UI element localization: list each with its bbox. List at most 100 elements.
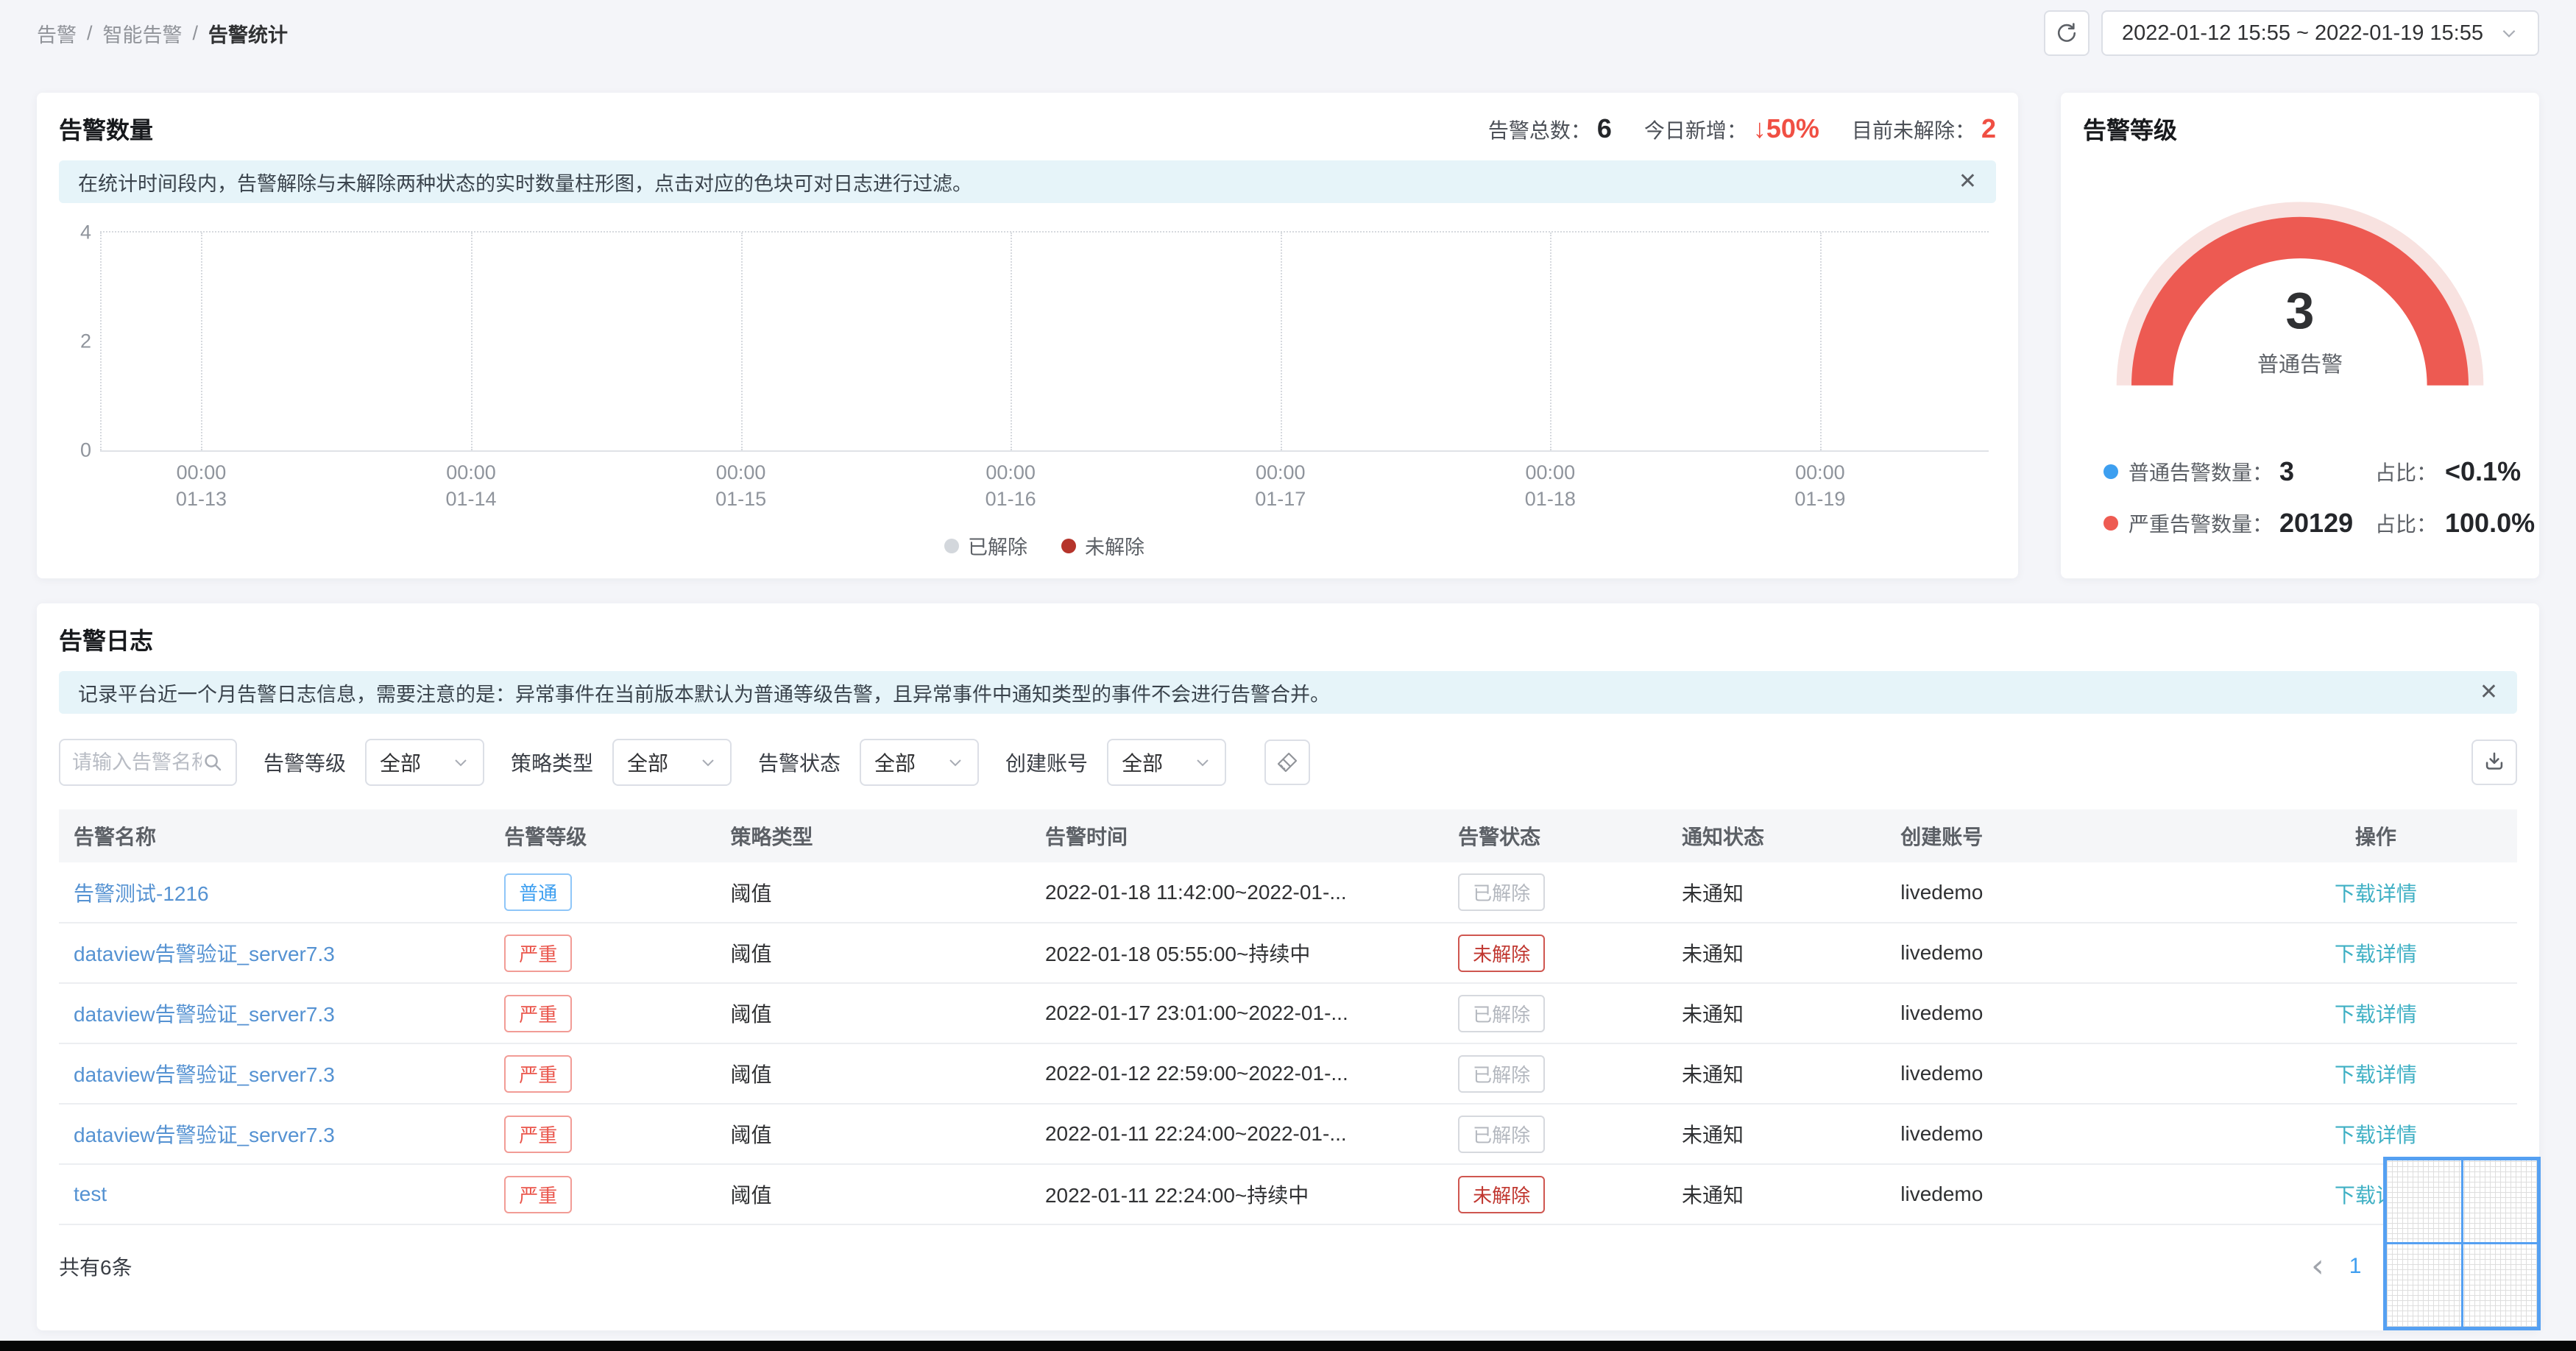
date-range-picker[interactable]: 2022-01-12 15:55 ~ 2022-01-19 15:55 bbox=[2101, 10, 2539, 56]
legend-dot bbox=[1061, 538, 1076, 553]
legend-item[interactable]: 已解除 bbox=[944, 531, 1027, 560]
column-header: 操作 bbox=[2234, 809, 2517, 862]
alert-level-title: 告警等级 bbox=[2083, 117, 2178, 143]
download-icon bbox=[2482, 750, 2507, 775]
search-icon bbox=[202, 751, 224, 773]
bottom-bar bbox=[0, 1341, 2576, 1351]
cell-alert-level: 严重 bbox=[501, 923, 728, 984]
level-badge: 严重 bbox=[504, 1115, 573, 1153]
chevron-down-icon bbox=[1194, 753, 1211, 771]
date-range-value: 2022-01-12 15:55 ~ 2022-01-19 15:55 bbox=[2122, 21, 2483, 45]
level-value: 20129 bbox=[2279, 508, 2354, 538]
page-number[interactable]: 1 bbox=[2349, 1254, 2362, 1279]
table-row: test 严重 阈值 2022-01-11 22:24:00~持续中 未解除 未通知 liv… bbox=[59, 1164, 2517, 1225]
cell-account: livedemo bbox=[1897, 1164, 2234, 1225]
select-value: 全部 bbox=[874, 752, 916, 775]
legend-item[interactable]: 未解除 bbox=[1061, 531, 1144, 560]
x-axis-label: 00:00 01-19 bbox=[1794, 461, 1846, 511]
topbar: 告警 / 智能告警 / 告警统计 2022-01-12 15:55 ~ 2022… bbox=[0, 0, 2576, 66]
table-row: dataview告警验证_server7.3 严重 阈值 2022-01-18 05:… bbox=[59, 923, 2517, 984]
search-input[interactable] bbox=[72, 751, 202, 774]
download-detail-link[interactable]: 下载详情 bbox=[2335, 943, 2417, 965]
chart-legend: 已解除 未解除 bbox=[100, 531, 1989, 560]
level-badge: 严重 bbox=[504, 1054, 573, 1093]
total-count: 共有6条 bbox=[59, 1256, 132, 1279]
filter-select-2[interactable]: 全部 bbox=[860, 739, 980, 786]
table-row: dataview告警验证_server7.3 严重 阈值 2022-01-17 23:… bbox=[59, 983, 2517, 1044]
breadcrumb-item-alert[interactable]: 告警 bbox=[37, 19, 77, 48]
cell-alert-status: 已解除 bbox=[1455, 862, 1680, 923]
alert-level-legend: 普通告警数量： 3 占比： <0.1% 严重告警数量： 20129 占比： 100.0% bbox=[2083, 456, 2535, 559]
filter-label-3: 创建账号 bbox=[1005, 752, 1089, 775]
refresh-button[interactable] bbox=[2044, 10, 2090, 56]
ratio-value: <0.1% bbox=[2445, 456, 2522, 486]
breadcrumb-separator: / bbox=[192, 21, 199, 44]
alert-name-link[interactable]: test bbox=[74, 1182, 107, 1205]
download-detail-link[interactable]: 下载详情 bbox=[2335, 882, 2417, 905]
alert-log-table: 告警名称 告警等级 策略类型 告警时间 告警状态 通知状态 创建账号 操作 告警测试-1216… bbox=[59, 809, 2517, 1225]
stat-value: 6 bbox=[1596, 113, 1612, 143]
level-label: 普通告警数量： bbox=[2129, 461, 2274, 484]
download-detail-link[interactable]: 下载详情 bbox=[2335, 1124, 2417, 1146]
filter-bar: 告警等级 全部 策略类型 全部 告警状态 全部 创建账号 全部 bbox=[59, 739, 2517, 786]
alert-name-link[interactable]: 告警测试-1216 bbox=[74, 882, 209, 905]
ratio-label: 占比： bbox=[2375, 513, 2438, 536]
alert-count-title: 告警数量 bbox=[59, 117, 154, 143]
download-detail-link[interactable]: 下载详情 bbox=[2335, 1003, 2417, 1026]
x-axis-labels: 00:00 01-13 00:00 01-14 00:00 01-15 00:00 01-16… bbox=[100, 459, 1989, 521]
cell-account: livedemo bbox=[1897, 1043, 2234, 1104]
legend-label: 已解除 bbox=[968, 536, 1027, 559]
stat-label: 今日新增： bbox=[1643, 119, 1747, 142]
page-content: 告警数量 告警总数： 6 今日新增： ↓50% 目前未解除： 2 在统计时间段内，告警解除… bbox=[0, 66, 2576, 1330]
alert-name-link[interactable]: dataview告警验证_server7.3 bbox=[74, 1124, 335, 1146]
cell-alert-time: 2022-01-11 22:24:00~持续中 bbox=[1041, 1164, 1456, 1225]
status-badge: 已解除 bbox=[1458, 994, 1546, 1032]
alert-name-link[interactable]: dataview告警验证_server7.3 bbox=[74, 1003, 335, 1026]
stat-label: 目前未解除： bbox=[1851, 119, 1975, 142]
legend-dot bbox=[2103, 464, 2118, 479]
breadcrumb-item-smart-alert[interactable]: 智能告警 bbox=[103, 19, 183, 48]
column-header: 创建账号 bbox=[1897, 809, 2234, 862]
status-badge: 已解除 bbox=[1458, 1054, 1546, 1093]
level-label: 严重告警数量： bbox=[2129, 513, 2274, 536]
prev-page-icon[interactable]: ‹ bbox=[2311, 1250, 2324, 1283]
level-legend-row: 普通告警数量： 3 占比： <0.1% bbox=[2103, 456, 2521, 487]
cell-account: livedemo bbox=[1897, 923, 2234, 984]
y-axis-label: 4 bbox=[79, 221, 91, 244]
alert-name-link[interactable]: dataview告警验证_server7.3 bbox=[74, 943, 335, 965]
cell-alert-status: 未解除 bbox=[1455, 1164, 1680, 1225]
clear-filter-button[interactable] bbox=[1264, 740, 1311, 785]
cell-notify-status: 未通知 bbox=[1679, 1104, 1898, 1165]
chevron-down-icon bbox=[452, 753, 470, 771]
column-header: 告警名称 bbox=[59, 809, 502, 862]
refresh-icon bbox=[2054, 21, 2079, 46]
ratio-value: 100.0% bbox=[2445, 508, 2536, 538]
alert-name-link[interactable]: dataview告警验证_server7.3 bbox=[74, 1063, 335, 1086]
download-detail-link[interactable]: 下载详情 bbox=[2335, 1063, 2417, 1086]
legend-dot bbox=[944, 538, 959, 553]
filter-label-0: 告警等级 bbox=[263, 752, 347, 775]
grid-overlay-artifact bbox=[2383, 1157, 2541, 1330]
cell-account: livedemo bbox=[1897, 983, 2234, 1044]
table-row: dataview告警验证_server7.3 严重 阈值 2022-01-12 22:… bbox=[59, 1043, 2517, 1104]
filter-select-1[interactable]: 全部 bbox=[612, 739, 732, 786]
column-header: 告警状态 bbox=[1455, 809, 1680, 862]
search-input-box[interactable] bbox=[59, 739, 237, 786]
cell-alert-level: 严重 bbox=[501, 1164, 728, 1225]
cell-action: 下载详情 bbox=[2234, 923, 2517, 984]
cell-alert-level: 普通 bbox=[501, 862, 728, 923]
filter-select-3[interactable]: 全部 bbox=[1107, 739, 1227, 786]
level-legend-row: 严重告警数量： 20129 占比： 100.0% bbox=[2103, 508, 2535, 539]
close-icon[interactable]: ✕ bbox=[2480, 681, 2498, 703]
alert-count-card: 告警数量 告警总数： 6 今日新增： ↓50% 目前未解除： 2 在统计时间段内，告警解除… bbox=[37, 93, 2018, 578]
stat-item: 告警总数： 6 bbox=[1488, 113, 1612, 144]
filter-select-0[interactable]: 全部 bbox=[365, 739, 485, 786]
cell-alert-name: dataview告警验证_server7.3 bbox=[59, 983, 502, 1044]
close-icon[interactable]: ✕ bbox=[1958, 171, 1977, 193]
download-button[interactable] bbox=[2471, 740, 2517, 785]
cell-alert-name: dataview告警验证_server7.3 bbox=[59, 1043, 502, 1104]
cell-alert-time: 2022-01-12 22:59:00~2022-01-... bbox=[1041, 1043, 1456, 1104]
cell-notify-status: 未通知 bbox=[1679, 862, 1898, 923]
bars[interactable] bbox=[100, 233, 1989, 450]
x-axis-label: 00:00 01-17 bbox=[1255, 461, 1306, 511]
